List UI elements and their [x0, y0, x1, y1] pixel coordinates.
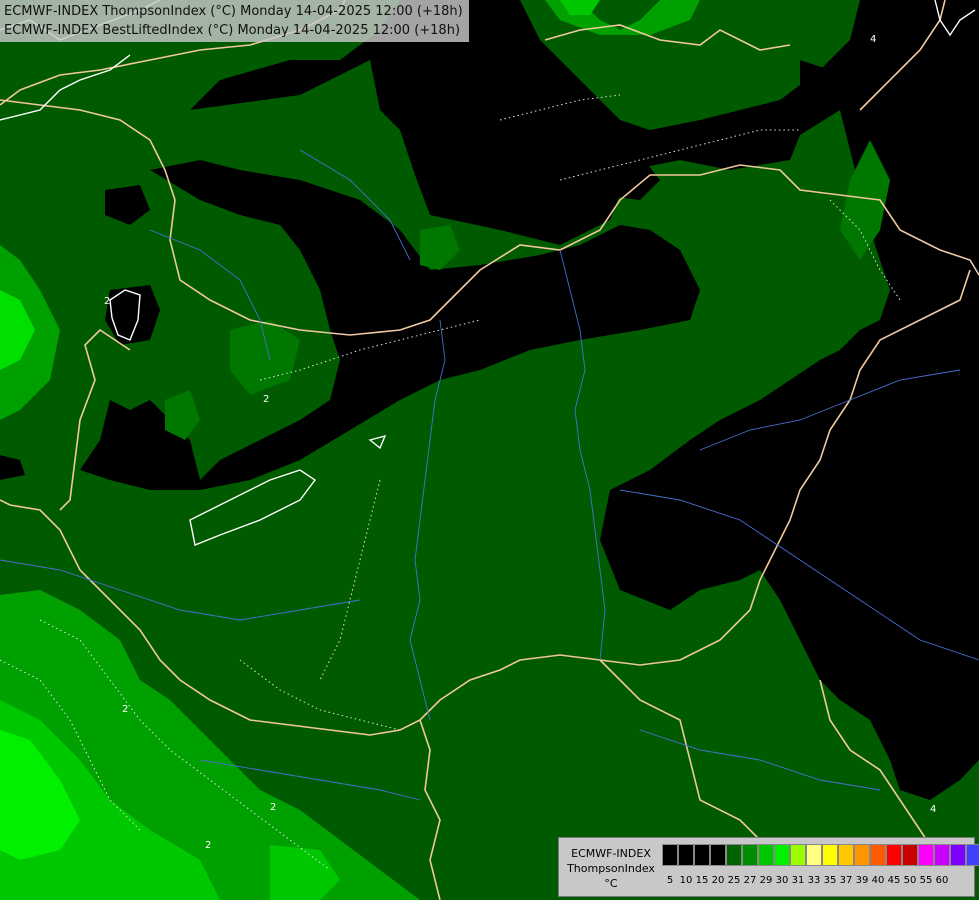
legend-tick: 50: [903, 875, 917, 886]
legend-swatch: [838, 844, 854, 866]
legend-swatch: [790, 844, 806, 866]
legend-tick: 37: [839, 875, 853, 886]
legend-swatch: [694, 844, 710, 866]
contour-label: 2: [122, 704, 128, 715]
legend-swatch: [934, 844, 950, 866]
legend-swatch: [806, 844, 822, 866]
legend-tick: 10: [679, 875, 693, 886]
legend-tick: 39: [855, 875, 869, 886]
contour-label: 2: [263, 394, 269, 405]
legend-swatch: [966, 844, 979, 866]
legend-tick: 15: [695, 875, 709, 886]
legend-swatch: [742, 844, 758, 866]
legend-swatch: [902, 844, 918, 866]
legend-tick: 29: [759, 875, 773, 886]
legend-tick: 31: [791, 875, 805, 886]
map-title-box: ECMWF-INDEX ThompsonIndex (°C) Monday 14…: [0, 0, 469, 42]
title-line-lifted: ECMWF-INDEX BestLiftedIndex (°C) Monday …: [4, 23, 461, 38]
weather-map: 2 2 2 2 2 4 4: [0, 0, 979, 900]
contour-label: 2: [270, 802, 276, 813]
color-legend: ECMWF-INDEX ThompsonIndex °C 5 10 15 20 25 27…: [558, 837, 979, 897]
legend-tick: 55: [919, 875, 933, 886]
legend-tick: 27: [743, 875, 757, 886]
legend-tick: 25: [727, 875, 741, 886]
legend-model-label: ECMWF-INDEX: [571, 847, 651, 860]
title-line-thompson: ECMWF-INDEX ThompsonIndex (°C) Monday 14…: [4, 4, 463, 19]
legend-tick: 20: [711, 875, 725, 886]
legend-index-label: ThompsonIndex: [567, 862, 655, 875]
legend-tick: 35: [823, 875, 837, 886]
legend-tick: 33: [807, 875, 821, 886]
legend-unit-label: °C: [604, 877, 618, 890]
legend-swatch: [758, 844, 774, 866]
contour-label: 2: [104, 296, 110, 307]
legend-swatch: [774, 844, 790, 866]
legend-label: ECMWF-INDEX ThompsonIndex °C: [563, 846, 659, 891]
contour-label: 4: [870, 34, 876, 45]
legend-swatch: [918, 844, 934, 866]
legend-swatch: [870, 844, 886, 866]
legend-swatch: [854, 844, 870, 866]
legend-ticks: 5 10 15 20 25 27 29 30 31 33 35 37 39 40 45 50 55 60: [662, 874, 950, 888]
legend-tick: 60: [935, 875, 949, 886]
legend-tick: 45: [887, 875, 901, 886]
legend-swatch: [822, 844, 838, 866]
legend-swatch: [950, 844, 966, 866]
legend-tick: 30: [775, 875, 789, 886]
contour-label: 2: [205, 840, 211, 851]
legend-swatch: [678, 844, 694, 866]
legend-tick: 40: [871, 875, 885, 886]
legend-swatch: [726, 844, 742, 866]
legend-swatches: [662, 844, 979, 866]
legend-swatch: [662, 844, 678, 866]
legend-swatch: [710, 844, 726, 866]
legend-swatch: [886, 844, 902, 866]
legend-tick: 5: [666, 875, 674, 886]
contour-label: 4: [930, 804, 936, 815]
